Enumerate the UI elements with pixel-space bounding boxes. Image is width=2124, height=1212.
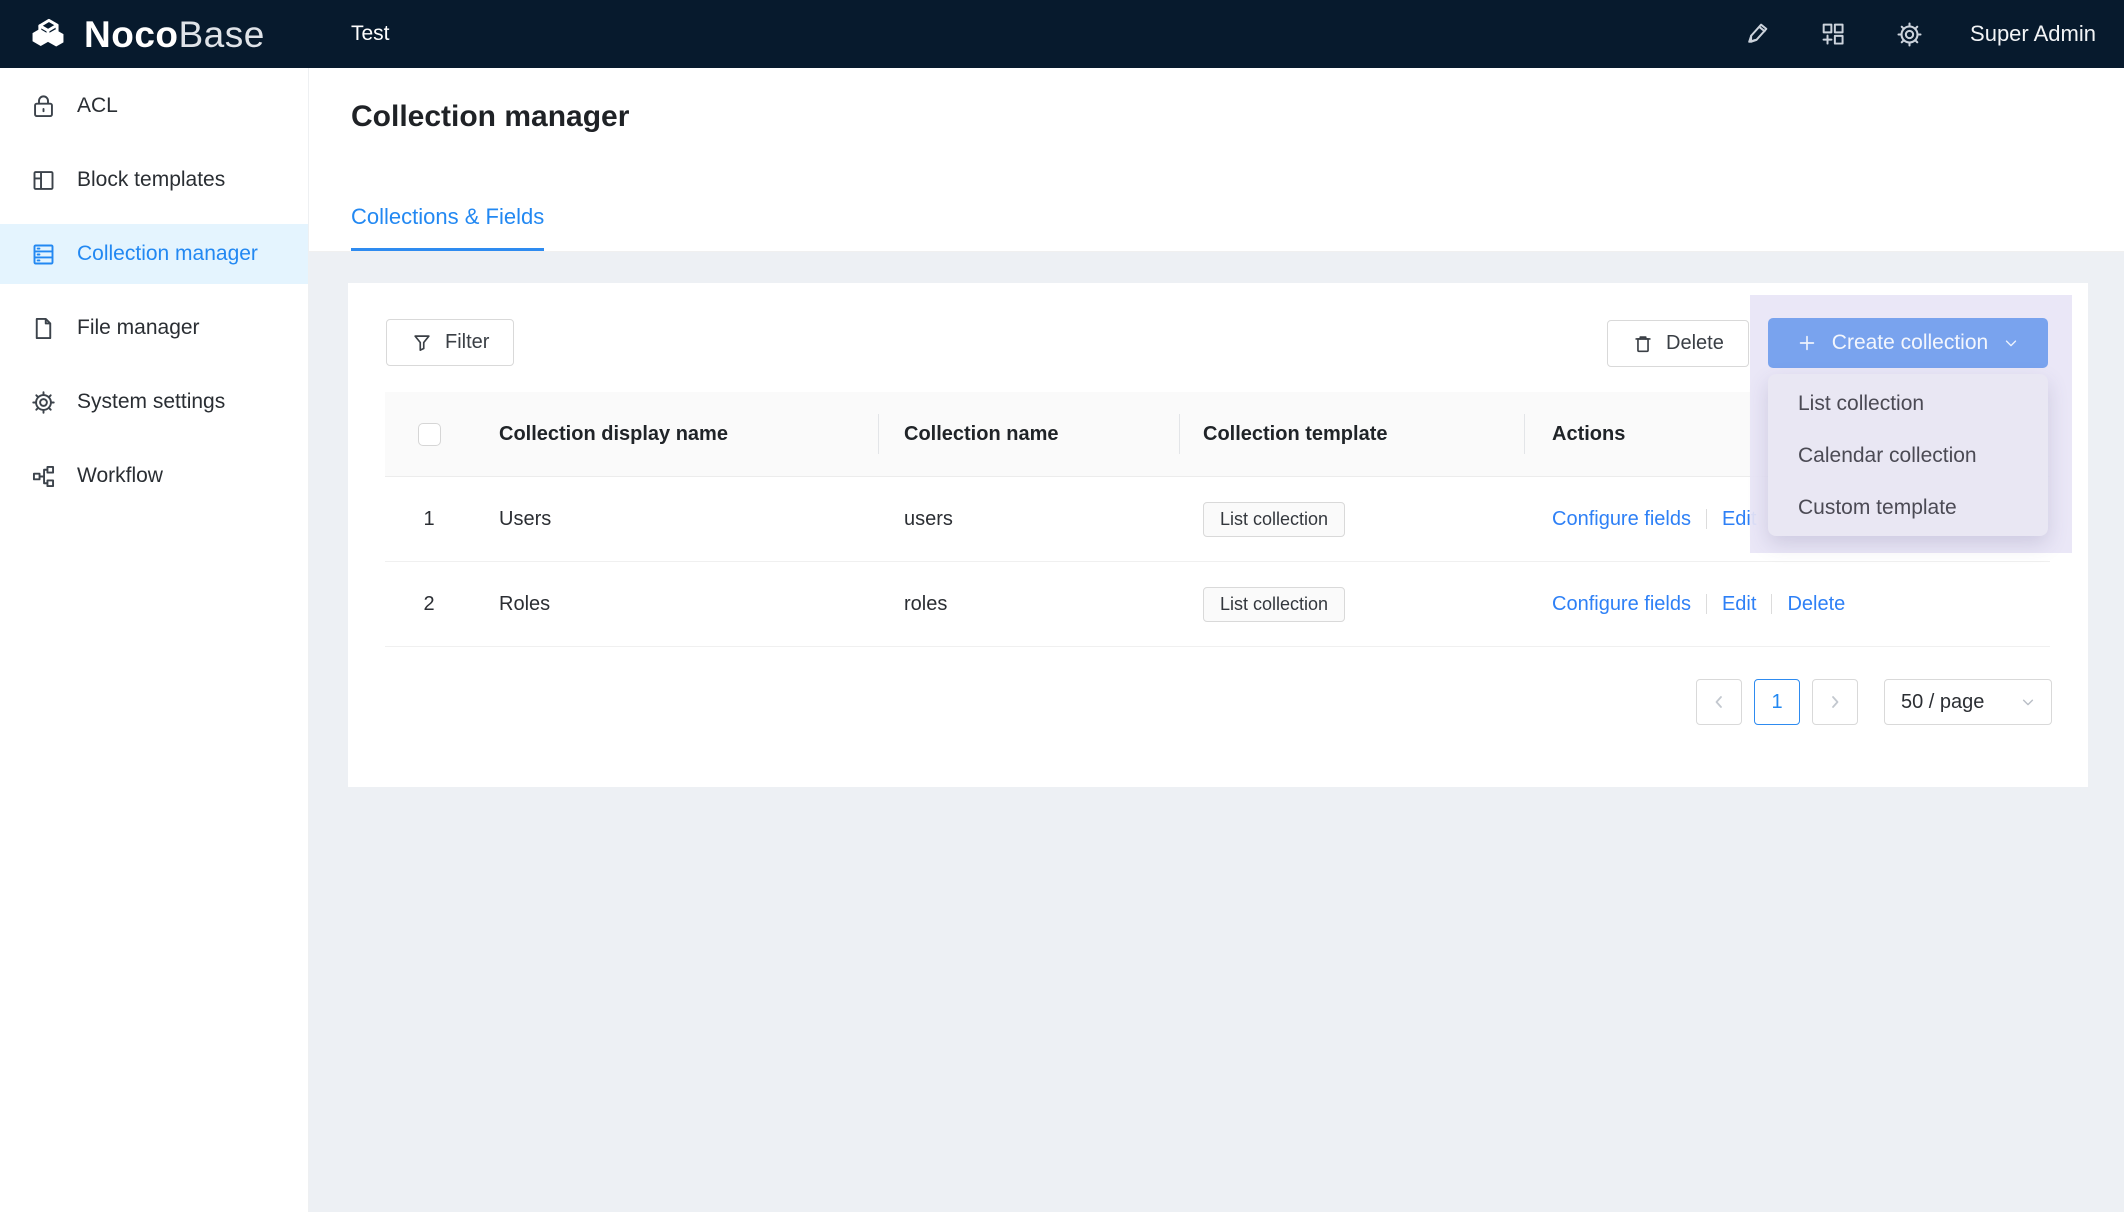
sidebar-item-block-templates[interactable]: Block templates [0, 150, 308, 210]
topbar: NocoBase Test Supe [0, 0, 2124, 68]
delete-link[interactable]: Delete [1787, 593, 1845, 616]
action-divider [1771, 594, 1772, 614]
column-header-display-name: Collection display name [473, 392, 878, 477]
select-all-checkbox[interactable] [418, 423, 441, 446]
user-menu[interactable]: Super Admin [1970, 21, 2096, 47]
action-divider [1706, 509, 1707, 529]
sidebar-item-collection-manager[interactable]: Collection manager [0, 224, 308, 284]
prev-page-button[interactable] [1696, 679, 1742, 725]
cell-collection-name: users [878, 508, 1179, 531]
nocobase-cube-icon [26, 14, 70, 54]
table-row: 2 Roles roles List collection Configure … [385, 562, 2050, 647]
page-number-button[interactable]: 1 [1754, 679, 1800, 725]
create-collection-button[interactable]: Create collection [1768, 318, 2048, 368]
cell-display-name: Users [473, 508, 878, 531]
app-logo[interactable]: NocoBase [0, 14, 309, 54]
action-divider [1706, 594, 1707, 614]
tabbar: Collections & Fields [351, 204, 544, 251]
edit-link[interactable]: Edit [1722, 593, 1756, 616]
configure-fields-link[interactable]: Configure fields [1552, 593, 1691, 616]
cell-collection-name: roles [878, 593, 1179, 616]
sidebar-item-workflow[interactable]: Workflow [0, 446, 308, 506]
menu-item-list-collection[interactable]: List collection [1768, 378, 2048, 430]
funnel-icon [411, 332, 433, 354]
partition-icon [30, 463, 57, 490]
sidebar-item-label: ACL [77, 94, 118, 118]
chevron-down-icon [2002, 334, 2020, 352]
database-icon [30, 241, 57, 268]
menu-item-calendar-collection[interactable]: Calendar collection [1768, 430, 2048, 482]
app-logo-text: NocoBase [84, 16, 265, 53]
next-page-button[interactable] [1812, 679, 1858, 725]
menu-item-custom-template[interactable]: Custom template [1768, 482, 2048, 534]
sidebar-item-label: System settings [77, 390, 225, 414]
gear-icon[interactable] [1894, 19, 1924, 49]
chevron-down-icon [2021, 695, 2035, 709]
gear-icon [30, 389, 57, 416]
topnav-item-test[interactable]: Test [345, 0, 396, 68]
sidebar: ACL Block templates Collection manager [0, 68, 309, 1212]
pagination: 1 50 / page [1696, 679, 2052, 725]
page-title: Collection manager [351, 100, 629, 134]
template-tag: List collection [1203, 587, 1345, 622]
create-collection-menu: List collection Calendar collection Cust… [1768, 374, 2048, 536]
trash-icon [1632, 333, 1654, 355]
column-header-template: Collection template [1179, 392, 1524, 477]
row-index: 1 [385, 508, 473, 531]
cell-display-name: Roles [473, 593, 878, 616]
lock-icon [30, 93, 57, 120]
row-index: 2 [385, 593, 473, 616]
page-header: Collection manager Collections & Fields [309, 68, 2124, 252]
sidebar-item-label: Collection manager [77, 242, 258, 266]
template-tag: List collection [1203, 502, 1345, 537]
sidebar-item-label: File manager [77, 316, 200, 340]
topbar-right: Super Admin [1742, 19, 2096, 49]
filter-button[interactable]: Filter [386, 319, 514, 366]
delete-button[interactable]: Delete [1607, 320, 1749, 367]
configure-fields-link[interactable]: Configure fields [1552, 508, 1691, 531]
layout-icon [30, 167, 57, 194]
sidebar-item-label: Block templates [77, 168, 225, 192]
file-icon [30, 315, 57, 342]
plus-icon [1796, 332, 1818, 354]
top-menu: Test [345, 0, 396, 68]
sidebar-item-acl[interactable]: ACL [0, 76, 308, 136]
designer-overlay: Create collection List collection Calend… [1750, 295, 2072, 553]
sidebar-item-file-manager[interactable]: File manager [0, 298, 308, 358]
column-header-collection-name: Collection name [878, 392, 1179, 477]
tab-collections-fields[interactable]: Collections & Fields [351, 204, 544, 251]
page-size-select[interactable]: 50 / page [1884, 679, 2052, 725]
add-blocks-icon[interactable] [1818, 19, 1848, 49]
sidebar-item-label: Workflow [77, 464, 163, 488]
sidebar-item-system-settings[interactable]: System settings [0, 372, 308, 432]
highlighter-icon[interactable] [1742, 19, 1772, 49]
